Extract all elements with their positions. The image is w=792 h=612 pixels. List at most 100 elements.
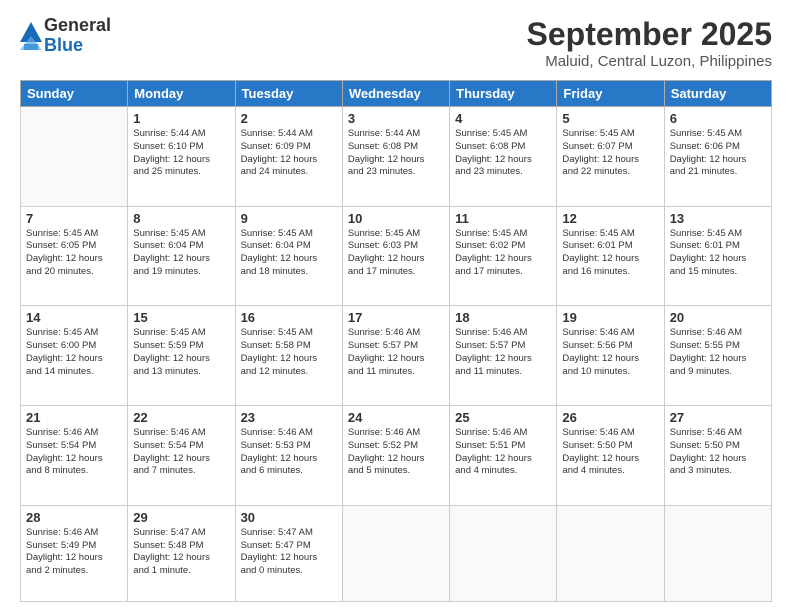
day-info: Sunrise: 5:45 AMSunset: 6:06 PMDaylight:… (670, 128, 766, 179)
calendar-cell: 8 Sunrise: 5:45 AMSunset: 6:04 PMDaylight… (128, 206, 235, 306)
day-info: Sunrise: 5:45 AMSunset: 6:05 PMDaylight:… (26, 228, 122, 279)
day-info: Sunrise: 5:46 AMSunset: 5:51 PMDaylight:… (455, 427, 551, 478)
day-number: 18 (455, 310, 551, 325)
day-number: 17 (348, 310, 444, 325)
week-row-3: 14Sunrise: 5:45 AMSunset: 6:00 PMDayligh… (21, 306, 772, 406)
day-number: 27 (670, 410, 766, 425)
day-info: Sunrise: 5:45 AMSunset: 6:08 PMDaylight:… (455, 128, 551, 179)
calendar-cell (557, 505, 664, 601)
day-info: Sunrise: 5:46 AMSunset: 5:53 PMDaylight:… (241, 427, 337, 478)
calendar-cell: 15 Sunrise: 5:45 AMSunset: 5:59 PMDayligh… (128, 306, 235, 406)
day-info: Sunrise: 5:45 AMSunset: 6:01 PMDaylight:… (562, 228, 658, 279)
location-subtitle: Maluid, Central Luzon, Philippines (527, 53, 772, 70)
day-info: Sunrise: 5:45 AMSunset: 6:01 PMDaylight:… (670, 228, 766, 279)
calendar-cell (21, 107, 128, 207)
calendar-cell: 25 Sunrise: 5:46 AMSunset: 5:51 PMDayligh… (450, 406, 557, 506)
calendar-cell: 30 Sunrise: 5:47 AMSunset: 5:47 PMDayligh… (235, 505, 342, 601)
title-block: September 2025 Maluid, Central Luzon, Ph… (527, 16, 772, 70)
calendar-cell (450, 505, 557, 601)
day-info: Sunrise: 5:46 AMSunset: 5:49 PMDaylight:… (26, 527, 122, 578)
day-info: Sunrise: 5:46 AMSunset: 5:54 PMDaylight:… (26, 427, 122, 478)
header-sunday: Sunday (21, 81, 128, 107)
calendar-cell: 18 Sunrise: 5:46 AMSunset: 5:57 PMDayligh… (450, 306, 557, 406)
day-number: 26 (562, 410, 658, 425)
day-info: Sunrise: 5:45 AMSunset: 5:58 PMDaylight:… (241, 327, 337, 378)
day-number: 25 (455, 410, 551, 425)
calendar-cell (342, 505, 449, 601)
day-info: Sunrise: 5:45 AMSunset: 6:02 PMDaylight:… (455, 228, 551, 279)
calendar-cell: 1 Sunrise: 5:44 AMSunset: 6:10 PMDaylight… (128, 107, 235, 207)
calendar-cell: 24Sunrise: 5:46 AMSunset: 5:52 PMDayligh… (342, 406, 449, 506)
day-info: Sunrise: 5:44 AMSunset: 6:08 PMDaylight:… (348, 128, 444, 179)
calendar-cell: 12 Sunrise: 5:45 AMSunset: 6:01 PMDayligh… (557, 206, 664, 306)
logo-icon (20, 22, 42, 50)
day-number: 21 (26, 410, 122, 425)
calendar-cell: 26 Sunrise: 5:46 AMSunset: 5:50 PMDayligh… (557, 406, 664, 506)
day-number: 23 (241, 410, 337, 425)
calendar-cell (664, 505, 771, 601)
day-info: Sunrise: 5:46 AMSunset: 5:50 PMDaylight:… (562, 427, 658, 478)
day-number: 11 (455, 211, 551, 226)
day-info: Sunrise: 5:47 AMSunset: 5:47 PMDaylight:… (241, 527, 337, 578)
calendar-cell: 23 Sunrise: 5:46 AMSunset: 5:53 PMDayligh… (235, 406, 342, 506)
header-friday: Friday (557, 81, 664, 107)
day-number: 10 (348, 211, 444, 226)
day-number: 15 (133, 310, 229, 325)
week-row-5: 28 Sunrise: 5:46 AMSunset: 5:49 PMDayligh… (21, 505, 772, 601)
calendar-cell: 19Sunrise: 5:46 AMSunset: 5:56 PMDayligh… (557, 306, 664, 406)
calendar-cell: 29 Sunrise: 5:47 AMSunset: 5:48 PMDayligh… (128, 505, 235, 601)
header-monday: Monday (128, 81, 235, 107)
calendar-table: Sunday Monday Tuesday Wednesday Thursday… (20, 80, 772, 602)
day-info: Sunrise: 5:46 AMSunset: 5:50 PMDaylight:… (670, 427, 766, 478)
logo: General Blue (20, 16, 111, 56)
day-number: 24 (348, 410, 444, 425)
day-number: 4 (455, 111, 551, 126)
day-number: 6 (670, 111, 766, 126)
calendar-cell: 7Sunrise: 5:45 AMSunset: 6:05 PMDaylight… (21, 206, 128, 306)
day-info: Sunrise: 5:45 AMSunset: 5:59 PMDaylight:… (133, 327, 229, 378)
calendar-cell: 27 Sunrise: 5:46 AMSunset: 5:50 PMDayligh… (664, 406, 771, 506)
calendar-cell: 16Sunrise: 5:45 AMSunset: 5:58 PMDayligh… (235, 306, 342, 406)
day-info: Sunrise: 5:46 AMSunset: 5:55 PMDaylight:… (670, 327, 766, 378)
day-info: Sunrise: 5:44 AMSunset: 6:09 PMDaylight:… (241, 128, 337, 179)
calendar-cell: 5 Sunrise: 5:45 AMSunset: 6:07 PMDaylight… (557, 107, 664, 207)
calendar-cell: 4 Sunrise: 5:45 AMSunset: 6:08 PMDaylight… (450, 107, 557, 207)
day-info: Sunrise: 5:45 AMSunset: 6:04 PMDaylight:… (133, 228, 229, 279)
day-number: 12 (562, 211, 658, 226)
month-title: September 2025 (527, 16, 772, 53)
week-row-2: 7Sunrise: 5:45 AMSunset: 6:05 PMDaylight… (21, 206, 772, 306)
day-number: 2 (241, 111, 337, 126)
day-info: Sunrise: 5:45 AMSunset: 6:04 PMDaylight:… (241, 228, 337, 279)
day-number: 19 (562, 310, 658, 325)
day-number: 22 (133, 410, 229, 425)
week-row-4: 21 Sunrise: 5:46 AMSunset: 5:54 PMDayligh… (21, 406, 772, 506)
day-info: Sunrise: 5:44 AMSunset: 6:10 PMDaylight:… (133, 128, 229, 179)
day-number: 9 (241, 211, 337, 226)
weekday-header-row: Sunday Monday Tuesday Wednesday Thursday… (21, 81, 772, 107)
day-number: 14 (26, 310, 122, 325)
day-info: Sunrise: 5:47 AMSunset: 5:48 PMDaylight:… (133, 527, 229, 578)
day-number: 29 (133, 510, 229, 525)
calendar-cell: 10 Sunrise: 5:45 AMSunset: 6:03 PMDayligh… (342, 206, 449, 306)
calendar-cell: 3 Sunrise: 5:44 AMSunset: 6:08 PMDaylight… (342, 107, 449, 207)
day-number: 5 (562, 111, 658, 126)
calendar-cell: 28 Sunrise: 5:46 AMSunset: 5:49 PMDayligh… (21, 505, 128, 601)
logo-text: General Blue (44, 16, 111, 56)
day-info: Sunrise: 5:46 AMSunset: 5:57 PMDaylight:… (455, 327, 551, 378)
day-number: 30 (241, 510, 337, 525)
calendar-cell: 6 Sunrise: 5:45 AMSunset: 6:06 PMDaylight… (664, 107, 771, 207)
calendar-cell: 2 Sunrise: 5:44 AMSunset: 6:09 PMDaylight… (235, 107, 342, 207)
calendar-cell: 13Sunrise: 5:45 AMSunset: 6:01 PMDayligh… (664, 206, 771, 306)
day-info: Sunrise: 5:45 AMSunset: 6:03 PMDaylight:… (348, 228, 444, 279)
day-number: 28 (26, 510, 122, 525)
header-wednesday: Wednesday (342, 81, 449, 107)
calendar-cell: 21 Sunrise: 5:46 AMSunset: 5:54 PMDayligh… (21, 406, 128, 506)
logo-blue: Blue (44, 36, 111, 56)
day-info: Sunrise: 5:46 AMSunset: 5:54 PMDaylight:… (133, 427, 229, 478)
day-number: 8 (133, 211, 229, 226)
day-number: 1 (133, 111, 229, 126)
calendar-cell: 11 Sunrise: 5:45 AMSunset: 6:02 PMDayligh… (450, 206, 557, 306)
day-number: 3 (348, 111, 444, 126)
day-info: Sunrise: 5:45 AMSunset: 6:07 PMDaylight:… (562, 128, 658, 179)
logo-general: General (44, 16, 111, 36)
